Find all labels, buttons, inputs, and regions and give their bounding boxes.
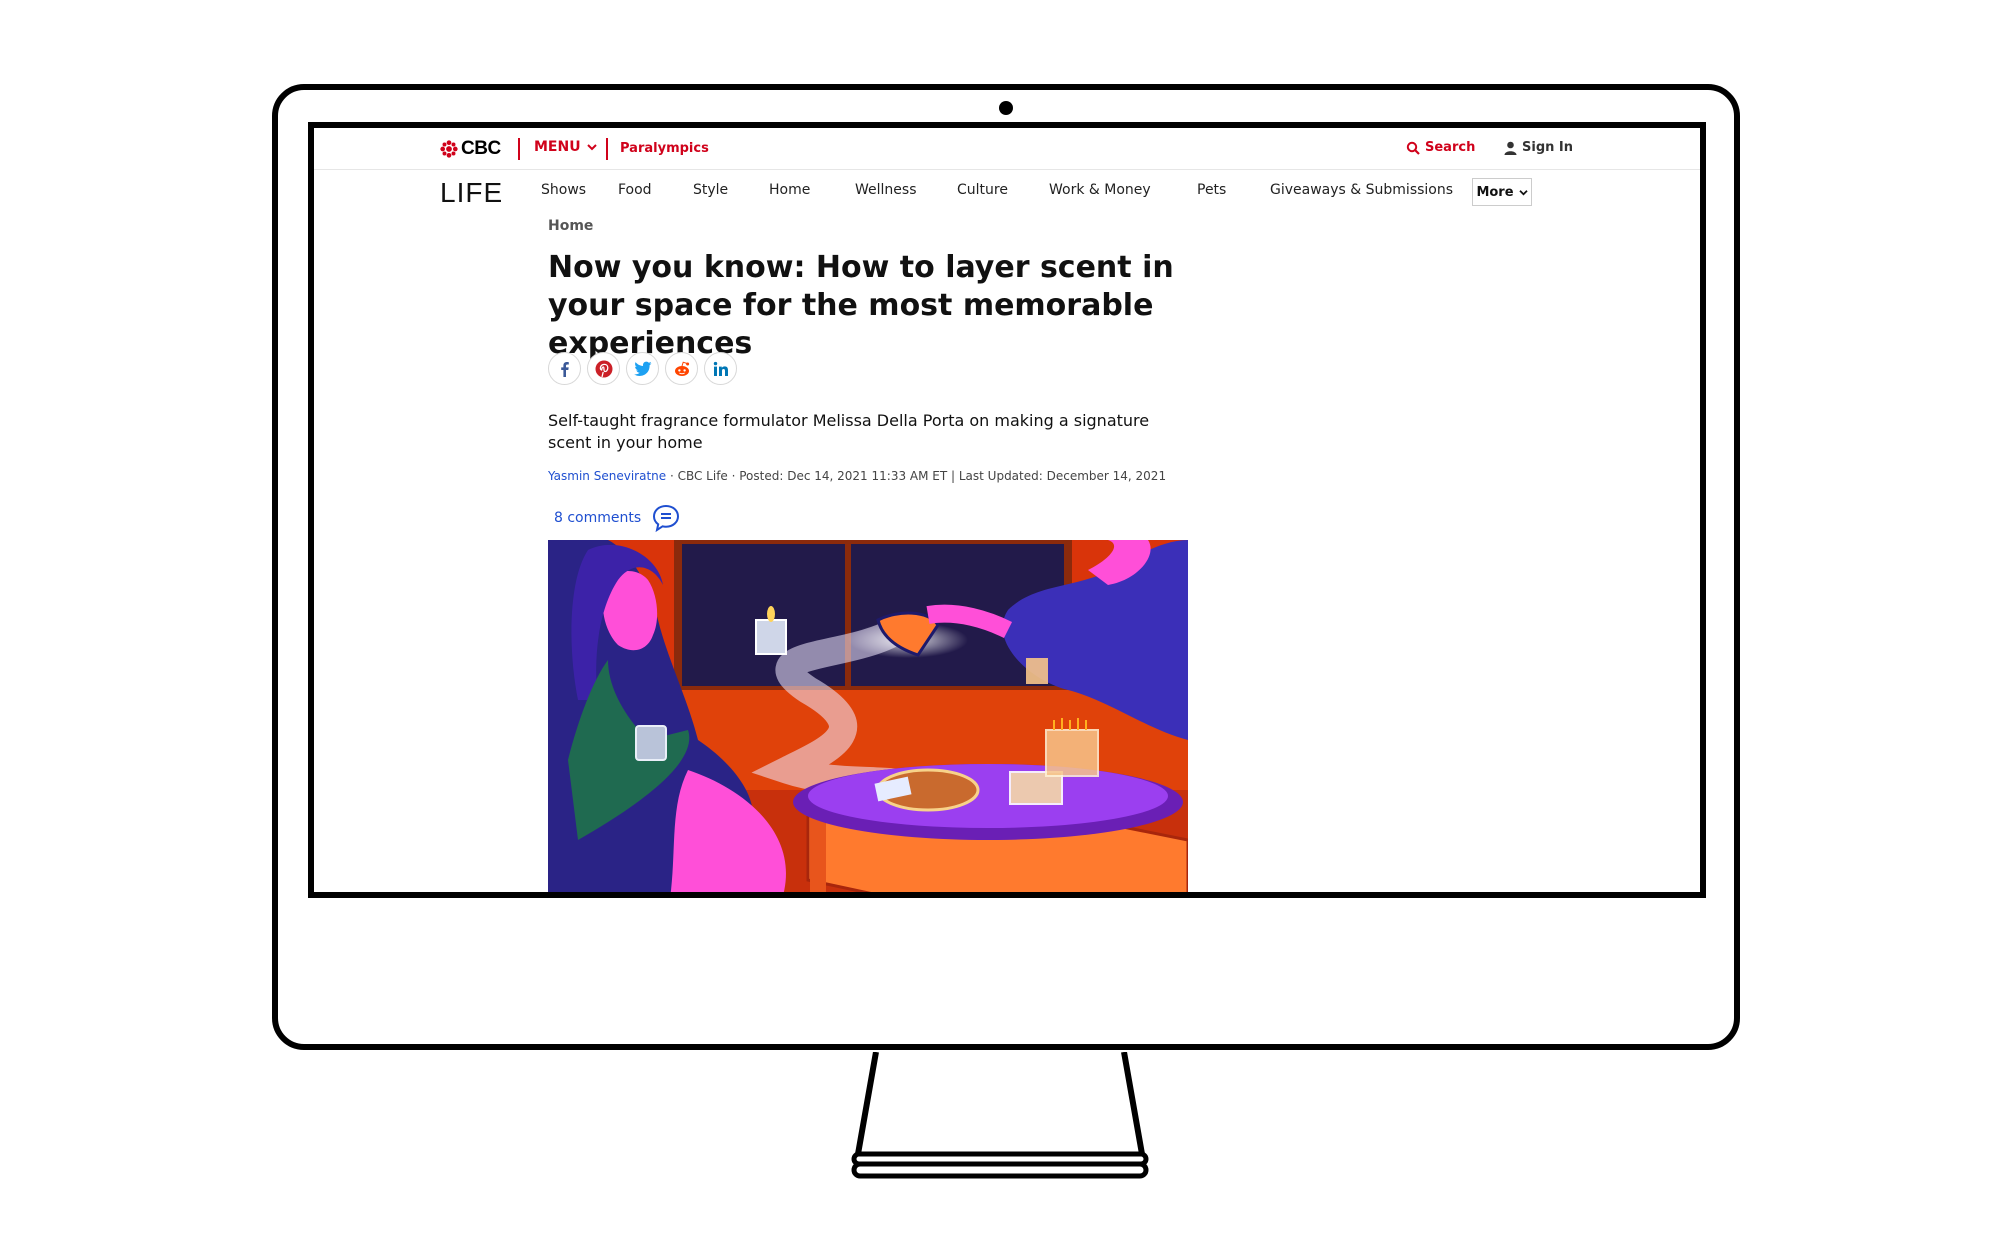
share-pinterest-button[interactable] bbox=[587, 352, 620, 385]
sign-in-button[interactable]: Sign In bbox=[1504, 140, 1573, 155]
byline: Yasmin Seneviratne · CBC Life · Posted: … bbox=[548, 469, 1166, 483]
comments-count: 8 comments bbox=[554, 510, 642, 526]
breadcrumb[interactable]: Home bbox=[548, 218, 593, 234]
cbc-logo-text: CBC bbox=[461, 138, 501, 159]
nav-item-wellness[interactable]: Wellness bbox=[855, 182, 917, 198]
share-facebook-button[interactable] bbox=[548, 352, 581, 385]
nav-item-culture[interactable]: Culture bbox=[957, 182, 1008, 198]
search-label: Search bbox=[1425, 140, 1476, 155]
section-nav: LIFE Shows Food Style Home Wellness Cult… bbox=[314, 170, 1700, 214]
divider bbox=[606, 138, 608, 160]
search-icon bbox=[1406, 141, 1420, 155]
nav-item-food[interactable]: Food bbox=[618, 182, 652, 198]
more-label: More bbox=[1476, 184, 1514, 200]
menu-button[interactable]: MENU bbox=[534, 139, 597, 155]
share-twitter-button[interactable] bbox=[626, 352, 659, 385]
cbc-gem-icon bbox=[440, 140, 458, 158]
share-linkedin-button[interactable] bbox=[704, 352, 737, 385]
nav-item-giveaways[interactable]: Giveaways & Submissions bbox=[1270, 182, 1453, 198]
life-logo[interactable]: LIFE bbox=[440, 177, 503, 209]
nav-item-home[interactable]: Home bbox=[769, 182, 810, 198]
divider bbox=[518, 138, 520, 160]
comment-bubble-icon bbox=[653, 504, 680, 533]
nav-item-shows[interactable]: Shows bbox=[541, 182, 586, 198]
more-dropdown[interactable]: More bbox=[1472, 178, 1532, 206]
nav-item-style[interactable]: Style bbox=[693, 182, 728, 198]
monitor-stand bbox=[851, 1052, 1149, 1179]
hero-illustration bbox=[548, 540, 1188, 892]
pinterest-icon bbox=[595, 360, 612, 377]
chevron-down-icon bbox=[586, 144, 597, 151]
facebook-icon bbox=[560, 361, 569, 377]
article-headline: Now you know: How to layer scent in your… bbox=[548, 250, 1174, 361]
share-buttons bbox=[548, 352, 737, 385]
cbc-logo[interactable]: CBC bbox=[440, 138, 501, 160]
webcam-dot bbox=[999, 101, 1013, 115]
chevron-down-icon bbox=[1518, 189, 1528, 195]
author-link[interactable]: Yasmin Seneviratne bbox=[548, 469, 666, 483]
article-deck: Self-taught fragrance formulator Melissa… bbox=[548, 411, 1150, 452]
linkedin-icon bbox=[713, 361, 728, 376]
menu-label: MENU bbox=[534, 139, 581, 155]
top-bar: CBC MENU Paralympics Search Sign In bbox=[314, 128, 1700, 170]
twitter-icon bbox=[633, 361, 651, 376]
share-reddit-button[interactable] bbox=[665, 352, 698, 385]
search-button[interactable]: Search bbox=[1406, 140, 1475, 155]
paralympics-link[interactable]: Paralympics bbox=[620, 141, 709, 156]
nav-item-pets[interactable]: Pets bbox=[1197, 182, 1226, 198]
comments-link[interactable]: 8 comments bbox=[554, 503, 681, 533]
nav-item-work-money[interactable]: Work & Money bbox=[1049, 182, 1151, 198]
browser-screen: CBC MENU Paralympics Search Sign In LIFE… bbox=[308, 122, 1706, 898]
sign-in-label: Sign In bbox=[1522, 140, 1573, 155]
user-icon bbox=[1504, 141, 1517, 155]
reddit-icon bbox=[674, 361, 689, 376]
byline-meta: · CBC Life · Posted: Dec 14, 2021 11:33 … bbox=[666, 469, 1167, 483]
